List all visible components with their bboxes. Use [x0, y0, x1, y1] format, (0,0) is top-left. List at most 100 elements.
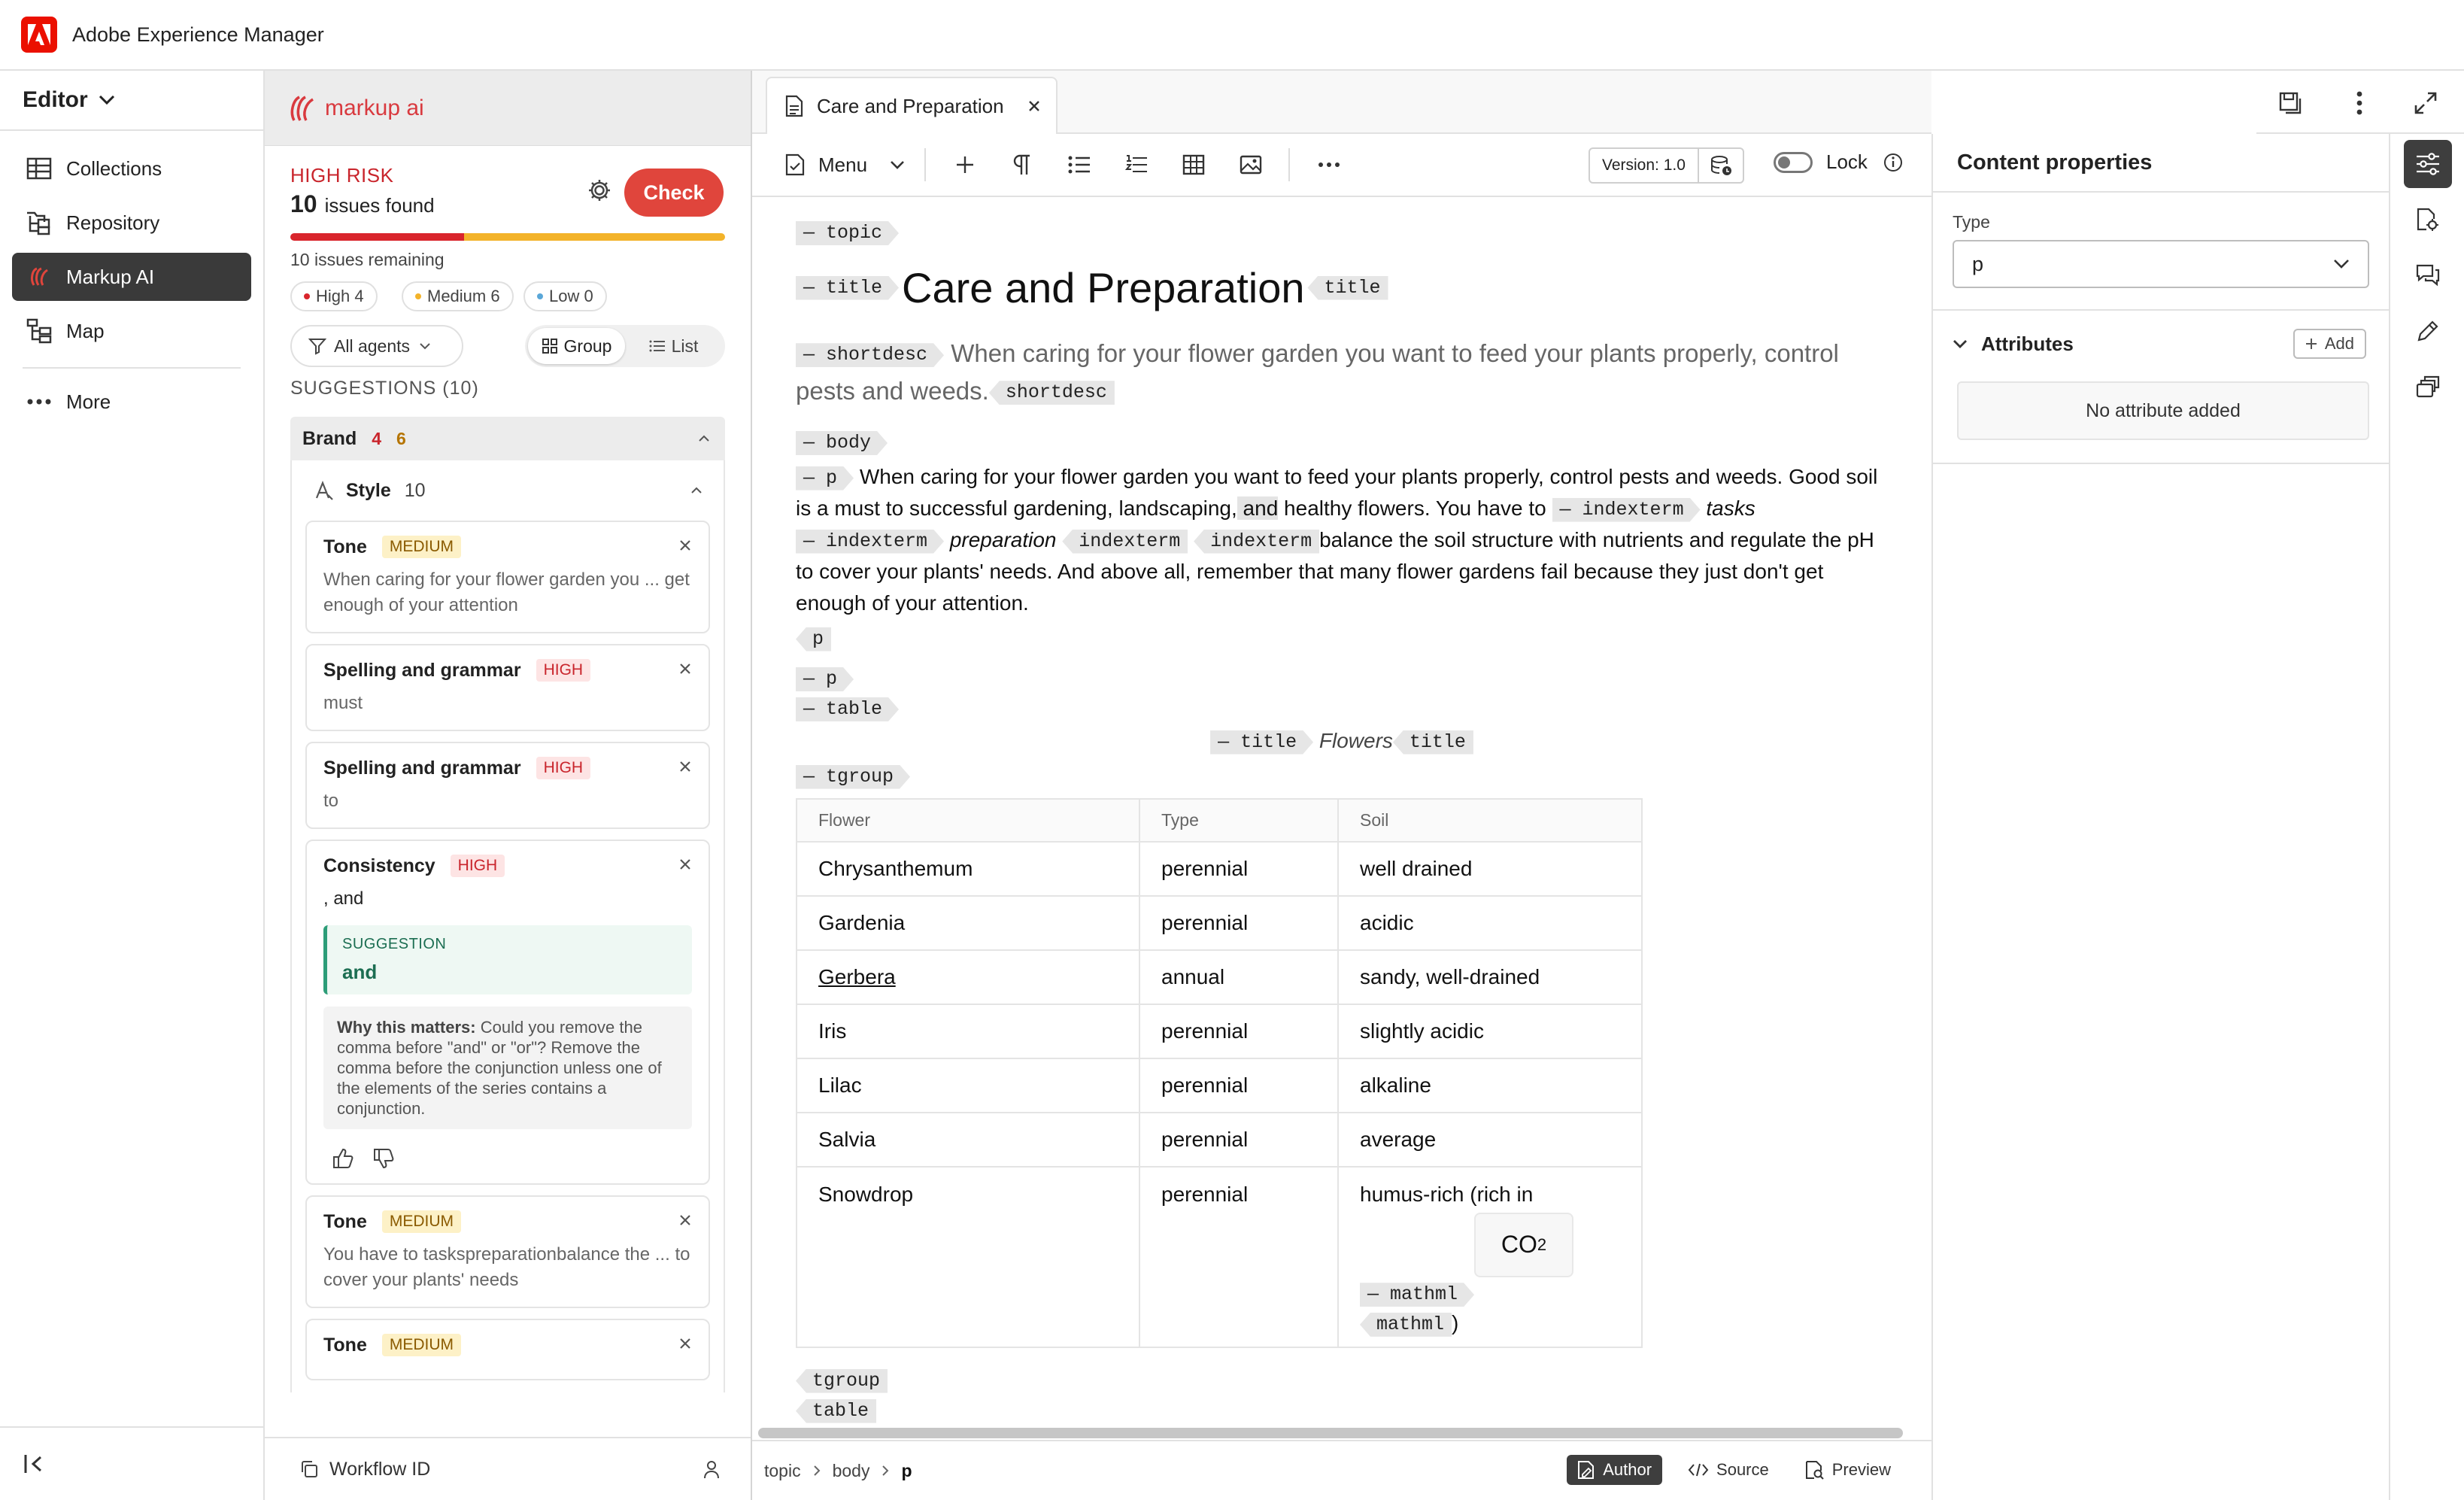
author-mode-button[interactable]: Author: [1567, 1455, 1663, 1485]
collapse-rail-button[interactable]: [0, 1426, 263, 1500]
table-cell[interactable]: Snowdrop: [796, 1165, 1140, 1348]
menu-dropdown[interactable]: Menu: [785, 153, 905, 177]
column-header[interactable]: Flower: [796, 797, 1140, 843]
tag-indexterm-open[interactable]: indexterm: [796, 530, 944, 554]
nav-item-collections[interactable]: Collections: [12, 144, 251, 193]
tag-tgroup-close[interactable]: tgroup: [796, 1368, 888, 1393]
more-vertical-icon[interactable]: [2344, 87, 2375, 119]
table-cell[interactable]: perennial: [1139, 894, 1339, 951]
save-copy-icon[interactable]: [2274, 87, 2306, 119]
table-title-text[interactable]: Flowers: [1319, 729, 1393, 752]
document-tab[interactable]: Care and Preparation: [766, 77, 1058, 134]
nav-item-more[interactable]: More: [12, 378, 251, 426]
close-icon[interactable]: [678, 1213, 692, 1227]
filter-chip-high[interactable]: High 4: [290, 281, 378, 311]
close-icon[interactable]: [678, 662, 692, 676]
tag-title-close[interactable]: title: [1392, 730, 1473, 755]
tag-indexterm-close[interactable]: indexterm: [1062, 529, 1188, 554]
editor-selector[interactable]: Editor: [0, 71, 263, 131]
filter-chip-low[interactable]: Low 0: [523, 281, 607, 311]
table-cell[interactable]: Chrysanthemum: [796, 840, 1140, 897]
insert-paragraph-button[interactable]: [1003, 145, 1042, 184]
insert-table-button[interactable]: [1174, 145, 1213, 184]
para-text-2[interactable]: healthy flowers. You have to: [1278, 496, 1546, 520]
table-cell[interactable]: slightly acidic: [1337, 1003, 1643, 1059]
list-view-button[interactable]: List: [625, 328, 722, 364]
suggestion-card[interactable]: Spelling and grammar HIGH to: [305, 742, 710, 829]
version-history-icon[interactable]: [1699, 155, 1743, 176]
more-tools-button[interactable]: [1309, 145, 1349, 184]
suggestion-box[interactable]: SUGGESTION and: [323, 925, 692, 994]
expand-icon[interactable]: [2410, 87, 2441, 119]
tag-body-open[interactable]: body: [796, 431, 888, 455]
table-cell[interactable]: acidic: [1337, 894, 1643, 951]
shortdesc-text[interactable]: When caring for your flower garden you w…: [796, 339, 1839, 405]
source-mode-button[interactable]: Source: [1677, 1455, 1780, 1485]
close-icon[interactable]: [678, 760, 692, 773]
close-icon[interactable]: [678, 539, 692, 552]
flowers-table[interactable]: Flower Type Soil Chrysanthemum perennial w…: [796, 797, 1643, 1348]
tag-mathml-open[interactable]: mathml: [1360, 1283, 1474, 1307]
properties-rail-button[interactable]: [2404, 140, 2452, 188]
versions-rail-button[interactable]: [2404, 363, 2452, 411]
table-cell-math[interactable]: humus-rich (rich in CO2 mathml mathml): [1337, 1165, 1643, 1348]
tag-title-open[interactable]: title: [1210, 730, 1313, 755]
tag-indexterm-open[interactable]: indexterm: [1552, 498, 1701, 522]
table-cell[interactable]: Gardenia: [796, 894, 1140, 951]
close-icon[interactable]: [678, 1337, 692, 1350]
table-cell[interactable]: perennial: [1139, 1165, 1339, 1348]
close-icon[interactable]: [1027, 99, 1041, 113]
table-cell[interactable]: Salvia: [796, 1111, 1140, 1168]
table-cell[interactable]: perennial: [1139, 1057, 1339, 1113]
table-cell[interactable]: annual: [1139, 949, 1339, 1005]
tag-indexterm-close[interactable]: indexterm: [1194, 529, 1320, 554]
suggestion-card[interactable]: Tone MEDIUM: [305, 1319, 710, 1380]
adobe-logo[interactable]: [21, 17, 57, 53]
bulleted-list-button[interactable]: [1060, 145, 1099, 184]
tag-table-open[interactable]: table: [796, 697, 899, 721]
gear-icon[interactable]: [587, 178, 612, 203]
tag-title-open[interactable]: title: [796, 276, 899, 300]
check-button[interactable]: Check: [624, 169, 724, 217]
style-group-header[interactable]: Style 10: [292, 460, 724, 521]
tag-p-open[interactable]: p: [796, 466, 854, 490]
group-view-button[interactable]: Group: [528, 328, 625, 364]
insert-image-button[interactable]: [1231, 145, 1270, 184]
tag-p-close[interactable]: p: [796, 627, 832, 651]
table-cell[interactable]: Lilac: [796, 1057, 1140, 1113]
workflow-id-bar[interactable]: Workflow ID: [265, 1437, 751, 1500]
comments-rail-button[interactable]: [2404, 251, 2452, 299]
preview-mode-button[interactable]: Preview: [1795, 1455, 1901, 1485]
numbered-list-button[interactable]: [1117, 145, 1156, 184]
tag-p-open[interactable]: p: [796, 667, 854, 691]
short-description[interactable]: shortdesc When caring for your flower ga…: [796, 335, 1888, 410]
table-cell[interactable]: perennial: [1139, 1111, 1339, 1168]
edit-rail-button[interactable]: [2404, 307, 2452, 355]
nav-item-map[interactable]: Map: [12, 307, 251, 355]
file-properties-rail-button[interactable]: [2404, 196, 2452, 244]
add-attribute-button[interactable]: Add: [2293, 329, 2366, 359]
tag-shortdesc-open[interactable]: shortdesc: [796, 343, 944, 367]
attributes-section-header[interactable]: Attributes Add: [1933, 309, 2389, 359]
info-icon[interactable]: [1883, 152, 1904, 173]
table-cell[interactable]: perennial: [1139, 840, 1339, 897]
paragraph[interactable]: p When caring for your flower garden you…: [796, 461, 1888, 654]
column-header[interactable]: Type: [1139, 797, 1339, 843]
thumbs-up-icon[interactable]: [331, 1147, 354, 1170]
table-cell[interactable]: average: [1337, 1111, 1643, 1168]
brand-group-header[interactable]: Brand 4 6: [290, 417, 725, 460]
mathml-equation[interactable]: CO 2: [1474, 1212, 1573, 1277]
suggestion-card[interactable]: Tone MEDIUM When caring for your flower g…: [305, 521, 710, 633]
indexterm-tasks[interactable]: tasks: [1706, 496, 1755, 520]
document-canvas[interactable]: topic titleCare and Preparationtitle sho…: [752, 199, 1931, 1429]
thumbs-down-icon[interactable]: [372, 1147, 394, 1170]
suggestion-card[interactable]: Spelling and grammar HIGH must: [305, 644, 710, 731]
tag-title-close[interactable]: title: [1307, 275, 1388, 300]
breadcrumb-item[interactable]: topic: [764, 1461, 801, 1481]
close-icon[interactable]: [678, 858, 692, 871]
version-control[interactable]: Version: 1.0: [1589, 147, 1744, 184]
table-cell[interactable]: well drained: [1337, 840, 1643, 897]
type-select[interactable]: p: [1953, 240, 2369, 288]
tag-shortdesc-close[interactable]: shortdesc: [988, 381, 1115, 405]
table-cell[interactable]: sandy, well-drained: [1337, 949, 1643, 1005]
